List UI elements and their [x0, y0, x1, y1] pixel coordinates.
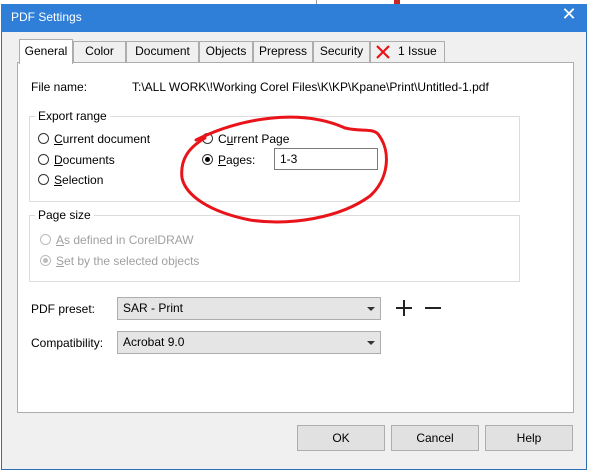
tab-document[interactable]: Document: [126, 41, 199, 62]
tab-objects[interactable]: Objects: [199, 41, 253, 62]
export-range-title: Export range: [35, 109, 110, 123]
cancel-button[interactable]: Cancel: [391, 425, 479, 451]
error-x-icon: [376, 45, 390, 59]
pages-radio[interactable]: [202, 154, 213, 165]
help-button[interactable]: Help: [485, 425, 573, 451]
title-bar: [1, 4, 587, 32]
pages-label[interactable]: Pages:: [218, 153, 255, 167]
documents-label[interactable]: Documents: [54, 153, 115, 167]
current-document-label[interactable]: Current document: [54, 132, 150, 146]
selection-label[interactable]: Selection: [54, 173, 103, 187]
page-size-group: [29, 215, 520, 282]
dialog-title: PDF Settings: [11, 10, 82, 24]
current-document-radio[interactable]: [38, 133, 49, 144]
file-name-label: File name:: [31, 80, 88, 94]
selected-objects-radio[interactable]: [40, 255, 51, 266]
file-name-value: T:\ALL WORK\!Working Corel Files\K\KP\Kp…: [132, 80, 489, 94]
as-defined-label[interactable]: As defined in CorelDRAW: [56, 233, 194, 247]
tab-issues-label: 1 Issue: [398, 44, 437, 58]
selected-objects-label[interactable]: Set by the selected objects: [56, 254, 199, 268]
tab-general[interactable]: General: [19, 39, 73, 64]
chevron-down-icon: [367, 341, 375, 345]
pdf-preset-label: PDF preset:: [31, 302, 96, 316]
as-defined-radio[interactable]: [40, 234, 51, 245]
tab-issues[interactable]: 1 Issue: [370, 41, 445, 62]
tab-color[interactable]: Color: [73, 41, 126, 62]
compatibility-label: Compatibility:: [31, 336, 104, 350]
current-page-label[interactable]: Current Page: [218, 132, 289, 146]
minus-icon[interactable]: [424, 299, 442, 317]
documents-radio[interactable]: [38, 154, 49, 165]
pages-input[interactable]: 1-3: [274, 148, 378, 170]
page-size-title: Page size: [35, 208, 94, 222]
chevron-down-icon: [367, 307, 375, 311]
ok-button[interactable]: OK: [297, 425, 385, 451]
compatibility-value: Acrobat 9.0: [123, 335, 185, 349]
tab-security[interactable]: Security: [313, 41, 370, 62]
compatibility-dropdown[interactable]: Acrobat 9.0: [117, 331, 381, 354]
pdf-preset-dropdown[interactable]: SAR - Print: [117, 297, 381, 320]
close-icon[interactable]: ✕: [555, 4, 583, 26]
selection-radio[interactable]: [38, 174, 49, 185]
tab-prepress[interactable]: Prepress: [253, 41, 313, 62]
current-page-radio[interactable]: [202, 133, 213, 144]
pdf-preset-value: SAR - Print: [123, 301, 184, 315]
plus-icon[interactable]: [395, 299, 413, 317]
